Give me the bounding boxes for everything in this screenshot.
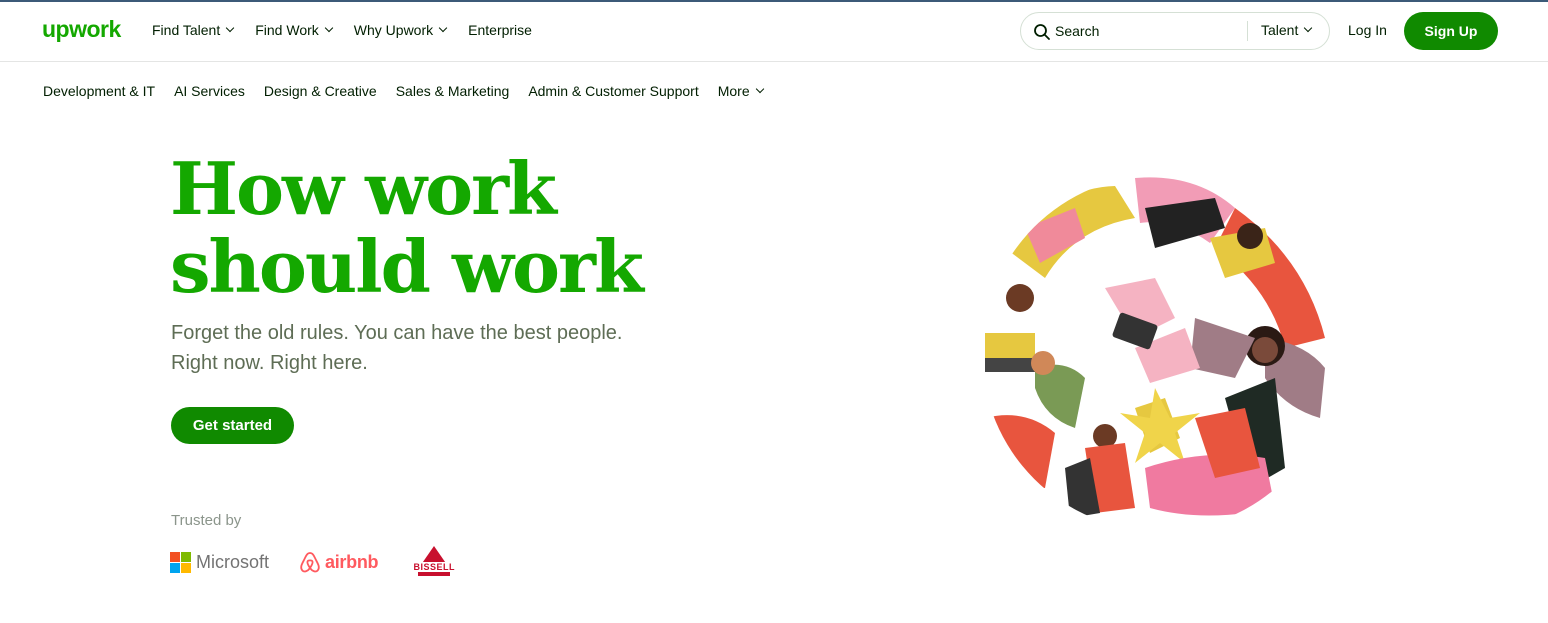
search-divider <box>1247 21 1248 41</box>
people-collage-illustration <box>982 175 1338 531</box>
airbnb-icon <box>300 552 320 573</box>
hero-title-line-2: should work <box>170 224 644 309</box>
hero-subtitle-line-2: Right now. Right here. <box>171 352 368 374</box>
airbnb-wordmark: airbnb <box>325 551 379 572</box>
login-link[interactable]: Log In <box>1348 22 1387 38</box>
bissell-wordmark: BISSELL <box>413 562 455 572</box>
nav-why-upwork[interactable]: Why Upwork <box>353 22 448 38</box>
chevron-down-icon <box>438 23 448 33</box>
microsoft-icon <box>170 551 191 573</box>
chevron-down-icon <box>324 23 334 33</box>
bissell-logo: BISSELL <box>408 544 460 580</box>
search-icon[interactable] <box>1033 23 1051 41</box>
hero-title-line-1: How work <box>170 146 557 231</box>
nav-find-talent[interactable]: Find Talent <box>152 22 235 38</box>
microsoft-logo: Microsoft <box>170 551 270 573</box>
upwork-logo[interactable]: upwork <box>42 16 121 43</box>
category-more[interactable]: More <box>717 83 764 99</box>
category-more-label: More <box>717 83 750 99</box>
category-sales-marketing[interactable]: Sales & Marketing <box>396 83 510 99</box>
search-scope-dropdown[interactable]: Talent <box>1261 22 1313 38</box>
get-started-button[interactable]: Get started <box>171 407 294 444</box>
main-nav: Find Talent Find Work Why Upwork Enterpr… <box>152 22 554 38</box>
nav-label: Find Talent <box>152 22 221 38</box>
search-input[interactable] <box>1055 21 1245 41</box>
microsoft-wordmark: Microsoft <box>196 551 270 572</box>
hero-subtitle-line-1: Forget the old rules. You can have the b… <box>171 322 623 344</box>
trusted-brands: Microsoft airbnb BISSELL <box>170 542 490 582</box>
search-bar: Talent <box>1020 12 1330 50</box>
airbnb-logo: airbnb <box>299 550 379 574</box>
category-design-creative[interactable]: Design & Creative <box>264 83 377 99</box>
category-development-it[interactable]: Development & IT <box>43 83 155 99</box>
site-header: upwork Find Talent Find Work Why Upwork … <box>0 2 1548 62</box>
nav-enterprise[interactable]: Enterprise <box>468 22 532 38</box>
nav-label: Enterprise <box>468 22 532 38</box>
nav-find-work[interactable]: Find Work <box>255 22 334 38</box>
chevron-down-icon <box>225 23 235 33</box>
hero-title: How work should work <box>170 150 690 306</box>
category-nav: Development & IT AI Services Design & Cr… <box>43 83 782 99</box>
search-scope-label: Talent <box>1261 22 1299 38</box>
chevron-down-icon <box>1304 23 1313 33</box>
signup-button[interactable]: Sign Up <box>1404 12 1498 50</box>
category-admin-support[interactable]: Admin & Customer Support <box>528 83 698 99</box>
trusted-by-label: Trusted by <box>171 512 242 529</box>
category-ai-services[interactable]: AI Services <box>174 83 245 99</box>
chevron-down-icon <box>755 84 764 94</box>
hero-subtitle: Forget the old rules. You can have the b… <box>171 318 691 378</box>
nav-label: Find Work <box>255 22 319 38</box>
nav-label: Why Upwork <box>353 22 434 38</box>
